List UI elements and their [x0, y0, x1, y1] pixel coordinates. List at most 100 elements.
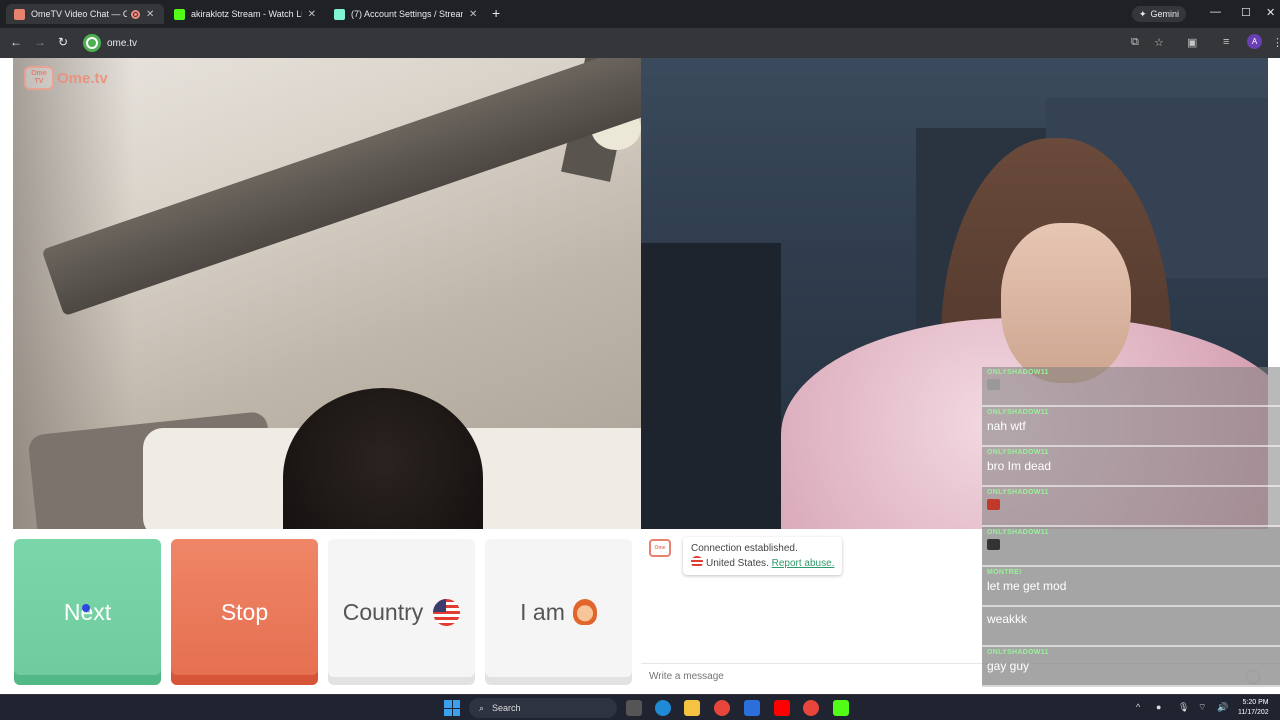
partner-country: United States.	[706, 558, 769, 569]
windows-taskbar: ⌕ Search ^ ● 🎙 ⌔ 🔊 5:20 PM 11/17/202	[0, 694, 1280, 720]
tab-title: (7) Account Settings / Streamla	[351, 9, 463, 19]
list-item: ONLYSHADOW11	[982, 527, 1280, 567]
tray-chevron-icon[interactable]: ^	[1136, 702, 1140, 712]
emote-icon	[987, 539, 1000, 550]
chat-text: let me get mod	[987, 579, 1067, 593]
site-info-icon[interactable]	[83, 34, 101, 52]
reading-list-icon[interactable]: ≡	[1223, 36, 1229, 48]
kick-app-icon[interactable]	[833, 700, 849, 716]
chat-username: MONTRE!	[987, 569, 1022, 576]
close-tab-icon[interactable]: ✕	[146, 9, 154, 20]
chat-text: bro Im dead	[987, 459, 1052, 473]
emote-icon	[987, 499, 1000, 510]
emote-icon	[987, 379, 1000, 390]
local-video: Ome TV Ome.tv	[13, 58, 641, 529]
chat-username: ONLYSHADOW11	[987, 409, 1049, 416]
chat-text: nah wtf	[987, 419, 1026, 433]
ometv-tv-icon: Ome	[649, 539, 671, 557]
tv-logo-icon: Ome TV	[24, 66, 54, 90]
chat-username: ONLYSHADOW11	[987, 369, 1049, 376]
list-item: ONLYSHADOW11 gay guy	[982, 647, 1280, 687]
report-abuse-link[interactable]: Report abuse.	[772, 558, 835, 569]
browser-toolbar: ← → ↻ ome.tv ⧉ ☆ ▣ ≡ ⋮	[0, 28, 1280, 58]
list-item: weakkk	[982, 607, 1280, 647]
next-button[interactable]: Next	[14, 539, 161, 685]
store-icon[interactable]	[744, 700, 760, 716]
windows-start-icon[interactable]	[444, 700, 460, 716]
chat-text: gay guy	[987, 659, 1030, 673]
sparkle-icon: ✦	[1139, 8, 1147, 19]
url-text: ome.tv	[107, 37, 138, 49]
tab-title: OmeTV Video Chat — Ome	[31, 9, 127, 19]
search-label: Search	[492, 703, 521, 713]
list-item: ONLYSHADOW11 nah wtf	[982, 407, 1280, 447]
reload-icon[interactable]: ↻	[58, 35, 68, 49]
mouse-cursor	[82, 604, 90, 612]
chrome-profile-icon[interactable]	[803, 700, 819, 716]
chat-username: ONLYSHADOW11	[987, 649, 1049, 656]
menu-icon[interactable]: ⋮	[1272, 36, 1280, 49]
tab-kick-stream[interactable]: akiraklotz Stream - Watch Live ✕	[166, 4, 324, 24]
next-label: Next	[64, 599, 111, 626]
i-am-button[interactable]: I am	[485, 539, 632, 685]
kick-favicon	[174, 8, 185, 20]
list-item: MONTRE! let me get mod	[982, 567, 1280, 607]
system-clock[interactable]: 5:20 PM 11/17/202	[1238, 698, 1269, 718]
new-tab-icon[interactable]: +	[492, 5, 500, 21]
back-icon[interactable]: ←	[10, 35, 22, 49]
forward-icon[interactable]: →	[34, 35, 46, 49]
video-person-face	[1001, 223, 1131, 383]
ometv-page: Ome TV Ome.tv ONLYSHADOW11 ONLYSHADOW11 …	[0, 58, 1280, 694]
tab-streamlabs[interactable]: (7) Account Settings / Streamla ✕	[326, 4, 486, 24]
gemini-label: Gemini	[1150, 9, 1180, 19]
minimize-icon[interactable]: —	[1210, 6, 1221, 18]
country-button[interactable]: Country	[328, 539, 475, 685]
youtube-icon[interactable]	[774, 700, 790, 716]
list-item: ONLYSHADOW11	[982, 367, 1280, 407]
gemini-button[interactable]: ✦ Gemini	[1132, 6, 1187, 22]
task-view-icon[interactable]	[626, 700, 642, 716]
female-avatar-icon	[572, 599, 597, 625]
country-label: Country	[342, 598, 424, 625]
chat-text: weakkk	[987, 612, 1028, 626]
video-person-head	[283, 388, 483, 529]
volume-icon[interactable]: 🔊	[1217, 702, 1228, 713]
address-bar[interactable]: ome.tv	[80, 31, 1180, 55]
close-tab-icon[interactable]: ✕	[469, 9, 477, 20]
side-panel-icon[interactable]: ▣	[1187, 36, 1197, 49]
us-flag-icon	[433, 598, 461, 626]
chat-username: ONLYSHADOW11	[987, 449, 1049, 456]
file-explorer-icon[interactable]	[684, 700, 700, 716]
system-message: Ome Connection established. United State…	[649, 537, 843, 575]
list-item: ONLYSHADOW11	[982, 487, 1280, 527]
connection-status: Connection established.	[691, 543, 798, 554]
stop-label: Stop	[220, 598, 269, 625]
microphone-icon[interactable]: 🎙	[1178, 702, 1189, 713]
maximize-icon[interactable]: ☐	[1241, 6, 1251, 19]
install-app-icon[interactable]: ⧉	[1131, 36, 1139, 49]
browser-tab-bar: OmeTV Video Chat — Ome ✕ akiraklotz Stre…	[0, 0, 1280, 28]
logo-text: Ome.tv	[57, 69, 108, 87]
search-icon: ⌕	[479, 702, 485, 713]
edge-icon[interactable]	[655, 700, 671, 716]
wifi-icon[interactable]: ⌔	[1198, 702, 1206, 713]
ometv-logo: Ome TV Ome.tv	[24, 66, 108, 90]
i-am-label: I am	[520, 598, 565, 625]
stop-button[interactable]: Stop	[171, 539, 318, 685]
chrome-icon[interactable]	[714, 700, 730, 716]
close-window-icon[interactable]: ✕	[1266, 6, 1275, 19]
ometv-favicon	[14, 8, 25, 20]
stream-chat-overlay: ONLYSHADOW11 ONLYSHADOW11 nah wtf ONLYSH…	[982, 367, 1280, 687]
bookmark-star-icon[interactable]: ☆	[1154, 36, 1164, 49]
system-bubble: Connection established. United States. R…	[683, 537, 843, 575]
profile-avatar[interactable]: A	[1247, 34, 1262, 49]
us-flag-icon	[691, 556, 703, 568]
tab-ometv[interactable]: OmeTV Video Chat — Ome ✕	[6, 4, 164, 24]
list-item: ONLYSHADOW11 bro Im dead	[982, 447, 1280, 487]
recording-icon	[131, 9, 140, 19]
taskbar-search[interactable]: ⌕ Search	[469, 698, 617, 718]
streamlabs-favicon	[334, 8, 345, 20]
video-cabinet	[641, 243, 781, 529]
close-tab-icon[interactable]: ✕	[308, 9, 316, 20]
tray-app-icon[interactable]: ●	[1156, 702, 1161, 712]
